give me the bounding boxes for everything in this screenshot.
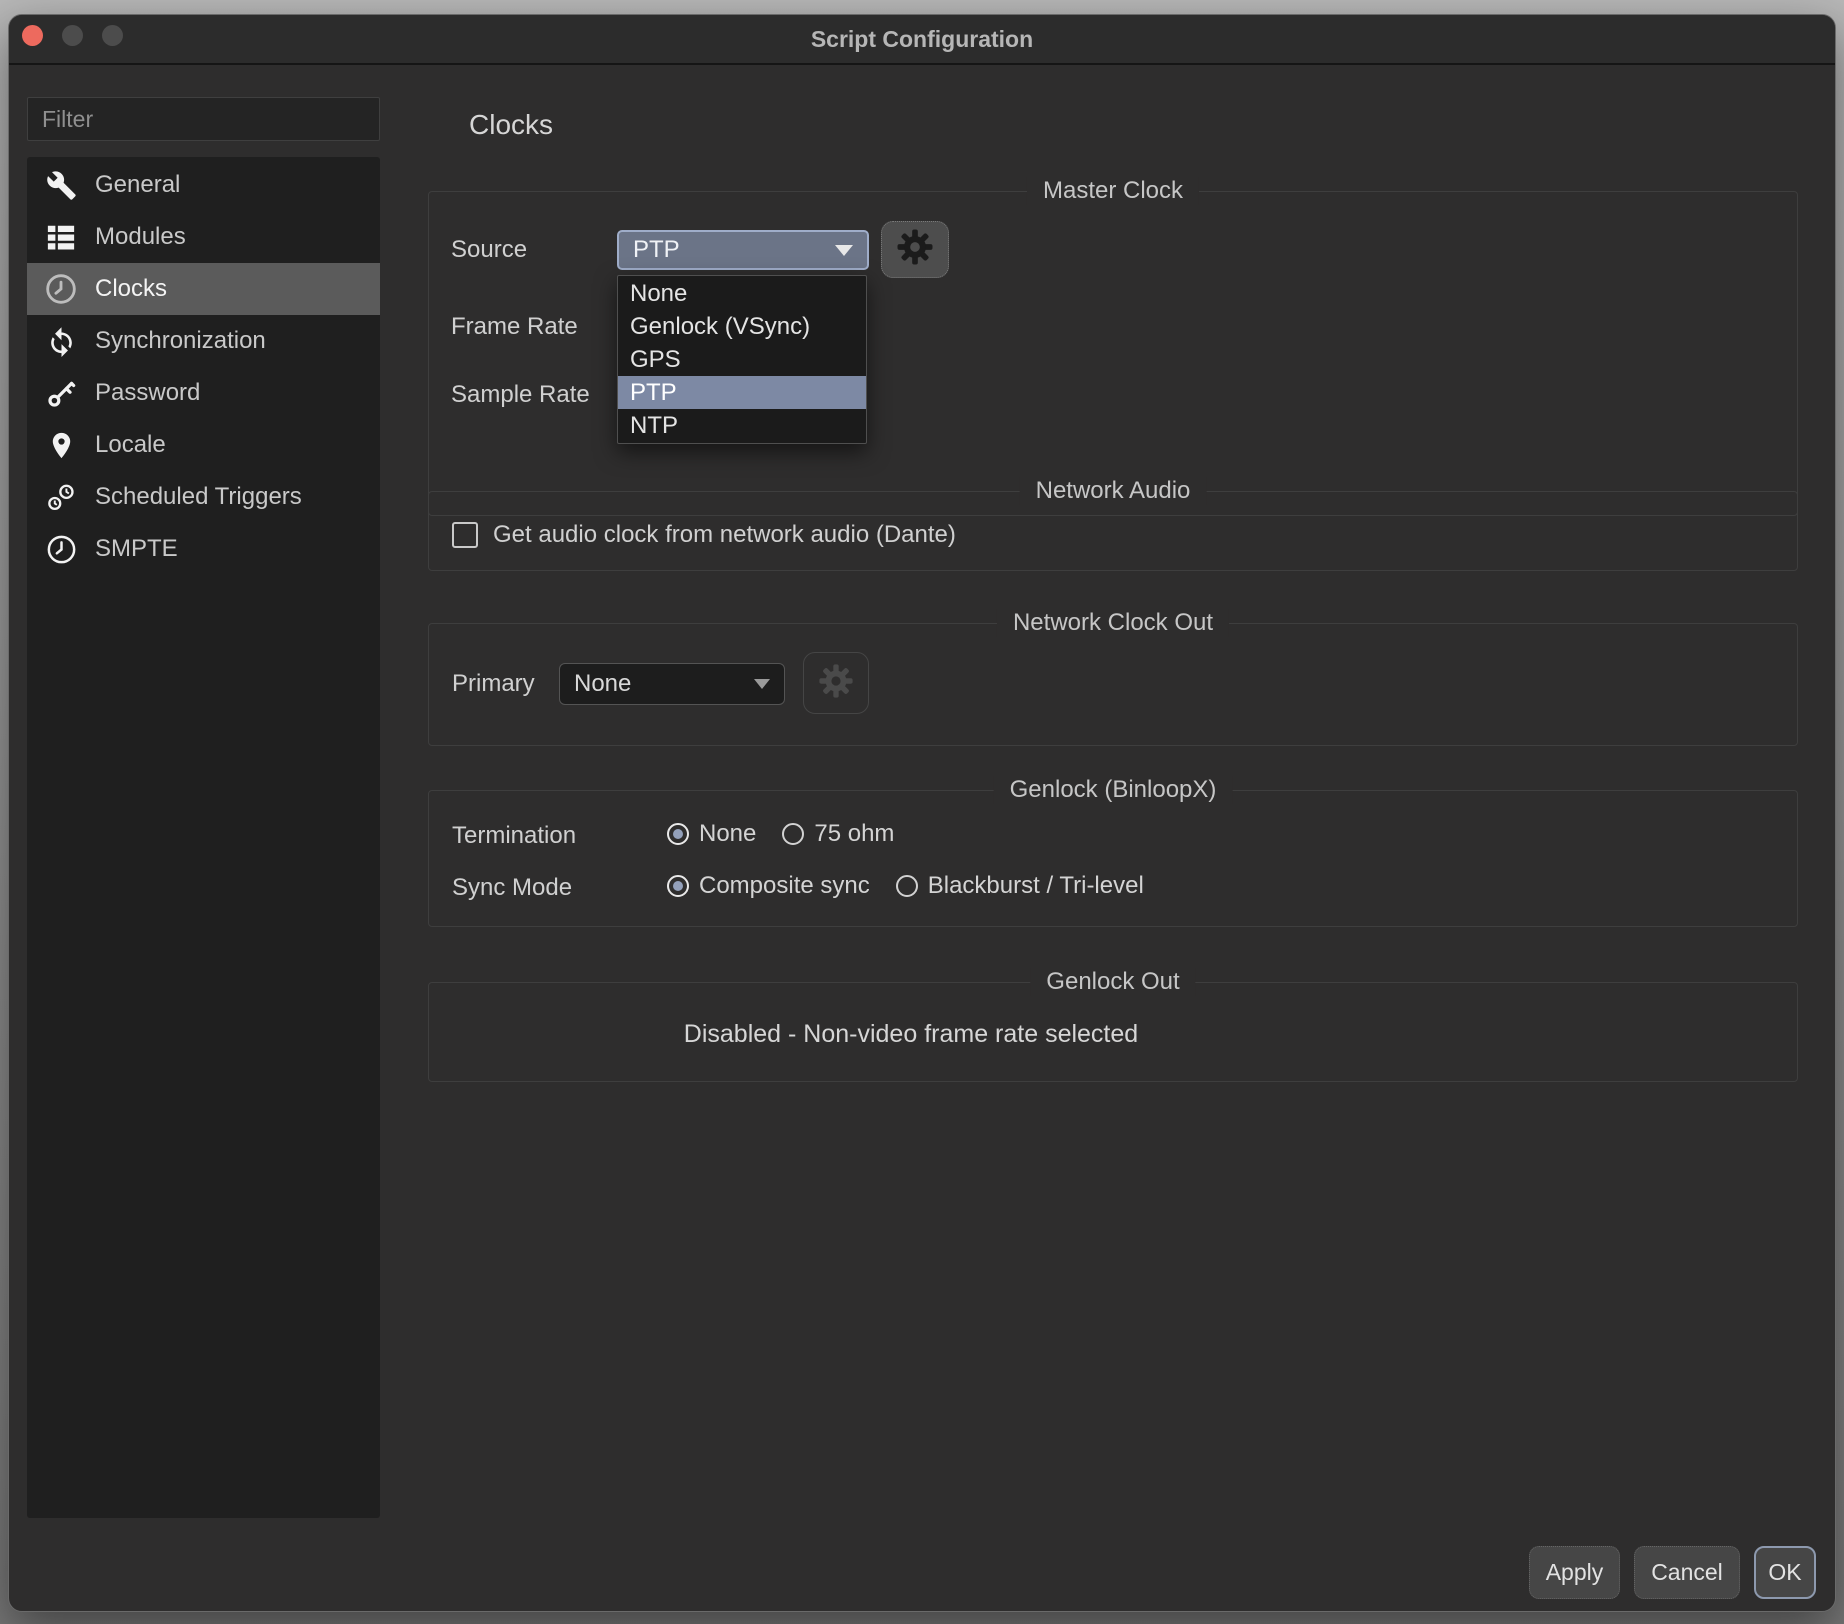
titlebar: Script Configuration <box>9 15 1835 65</box>
network-audio-group: Network Audio Get audio clock from netwo… <box>428 491 1798 571</box>
sidebar-item-clocks[interactable]: Clocks <box>27 263 380 315</box>
dropdown-option[interactable]: GPS <box>618 343 866 376</box>
ok-button[interactable]: OK <box>1754 1546 1816 1599</box>
source-settings-button[interactable] <box>881 221 949 278</box>
sidebar-item-general[interactable]: General <box>27 159 380 211</box>
source-label: Source <box>451 236 527 264</box>
dropdown-option-highlighted[interactable]: PTP <box>618 376 866 409</box>
sidebar-item-synchronization[interactable]: Synchronization <box>27 315 380 367</box>
scheduled-triggers-icon <box>41 479 81 515</box>
sidebar-item-smpte[interactable]: SMPTE <box>27 523 380 575</box>
sample-rate-label: Sample Rate <box>451 381 590 409</box>
apply-button[interactable]: Apply <box>1529 1546 1620 1599</box>
sidebar-item-modules[interactable]: Modules <box>27 211 380 263</box>
source-options-popup: None Genlock (VSync) GPS PTP NTP <box>617 275 867 444</box>
source-select[interactable]: PTP <box>617 230 869 270</box>
termination-none-radio[interactable] <box>667 823 689 845</box>
group-title: Genlock (BinloopX) <box>994 776 1233 804</box>
chevron-down-icon <box>835 245 853 256</box>
radio-label[interactable]: None <box>699 820 756 847</box>
radio-label[interactable]: Blackburst / Tri-level <box>928 872 1144 899</box>
genlock-out-group: Genlock Out Disabled - Non-video frame r… <box>428 982 1798 1082</box>
desktop: Script Configuration General Modules <box>0 0 1844 1624</box>
dante-clock-checkbox-label[interactable]: Get audio clock from network audio (Dant… <box>493 521 956 549</box>
modules-icon <box>41 219 81 255</box>
sidebar-item-password[interactable]: Password <box>27 367 380 419</box>
smpte-clock-icon <box>41 531 81 567</box>
dropdown-option[interactable]: None <box>618 277 866 310</box>
settings-nav: General Modules Clocks Synchronization <box>27 157 380 1518</box>
sidebar-item-locale[interactable]: Locale <box>27 419 380 471</box>
sync-blackburst-radio[interactable] <box>896 875 918 897</box>
primary-label: Primary <box>452 670 535 698</box>
sidebar-item-label: General <box>95 171 180 199</box>
master-clock-group: Master Clock Source PTP Frame Rate Sampl… <box>428 191 1798 516</box>
dante-clock-checkbox[interactable] <box>452 522 478 548</box>
clock-icon <box>41 271 81 307</box>
sync-composite-radio[interactable] <box>667 875 689 897</box>
sidebar-item-label: Modules <box>95 223 186 251</box>
primary-value: None <box>574 670 754 698</box>
sidebar-item-label: Locale <box>95 431 166 459</box>
sync-mode-label: Sync Mode <box>452 874 572 902</box>
radio-label[interactable]: Composite sync <box>699 872 870 899</box>
source-value: PTP <box>633 236 835 264</box>
group-title: Network Clock Out <box>997 609 1229 637</box>
genlock-out-status: Disabled - Non-video frame rate selected <box>429 1020 1393 1049</box>
network-clock-out-group: Network Clock Out Primary None <box>428 623 1798 746</box>
wrench-icon <box>41 167 81 203</box>
page-title: Clocks <box>469 109 553 141</box>
primary-select[interactable]: None <box>559 663 785 705</box>
sidebar-item-label: Synchronization <box>95 327 266 355</box>
location-pin-icon <box>41 427 81 463</box>
genlock-binloopx-group: Genlock (BinloopX) Termination None75 oh… <box>428 790 1798 927</box>
dropdown-option[interactable]: NTP <box>618 409 866 442</box>
group-title: Genlock Out <box>1030 968 1195 996</box>
sync-mode-radio-group: Composite sync Blackburst / Tri-level <box>667 872 1170 900</box>
sidebar-item-label: SMPTE <box>95 535 178 563</box>
frame-rate-label: Frame Rate <box>451 313 578 341</box>
primary-settings-button[interactable] <box>803 652 869 714</box>
sync-icon <box>41 323 81 359</box>
termination-75ohm-radio[interactable] <box>782 823 804 845</box>
window-title: Script Configuration <box>9 15 1835 63</box>
sidebar-item-label: Scheduled Triggers <box>95 483 302 511</box>
group-title: Master Clock <box>1027 177 1199 205</box>
sidebar-item-scheduled-triggers[interactable]: Scheduled Triggers <box>27 471 380 523</box>
cancel-button[interactable]: Cancel <box>1634 1546 1740 1599</box>
sidebar-item-label: Password <box>95 379 200 407</box>
filter-input[interactable] <box>27 97 380 141</box>
chevron-down-icon <box>754 679 770 689</box>
gear-icon <box>817 662 855 705</box>
sidebar-item-label: Clocks <box>95 275 167 303</box>
radio-label[interactable]: 75 ohm <box>814 820 894 847</box>
gear-icon <box>895 227 935 272</box>
termination-radio-group: None 75 ohm <box>667 820 920 848</box>
group-title: Network Audio <box>1020 477 1207 505</box>
dropdown-option[interactable]: Genlock (VSync) <box>618 310 866 343</box>
termination-label: Termination <box>452 822 576 850</box>
key-icon <box>41 375 81 411</box>
script-configuration-window: Script Configuration General Modules <box>8 14 1836 1612</box>
